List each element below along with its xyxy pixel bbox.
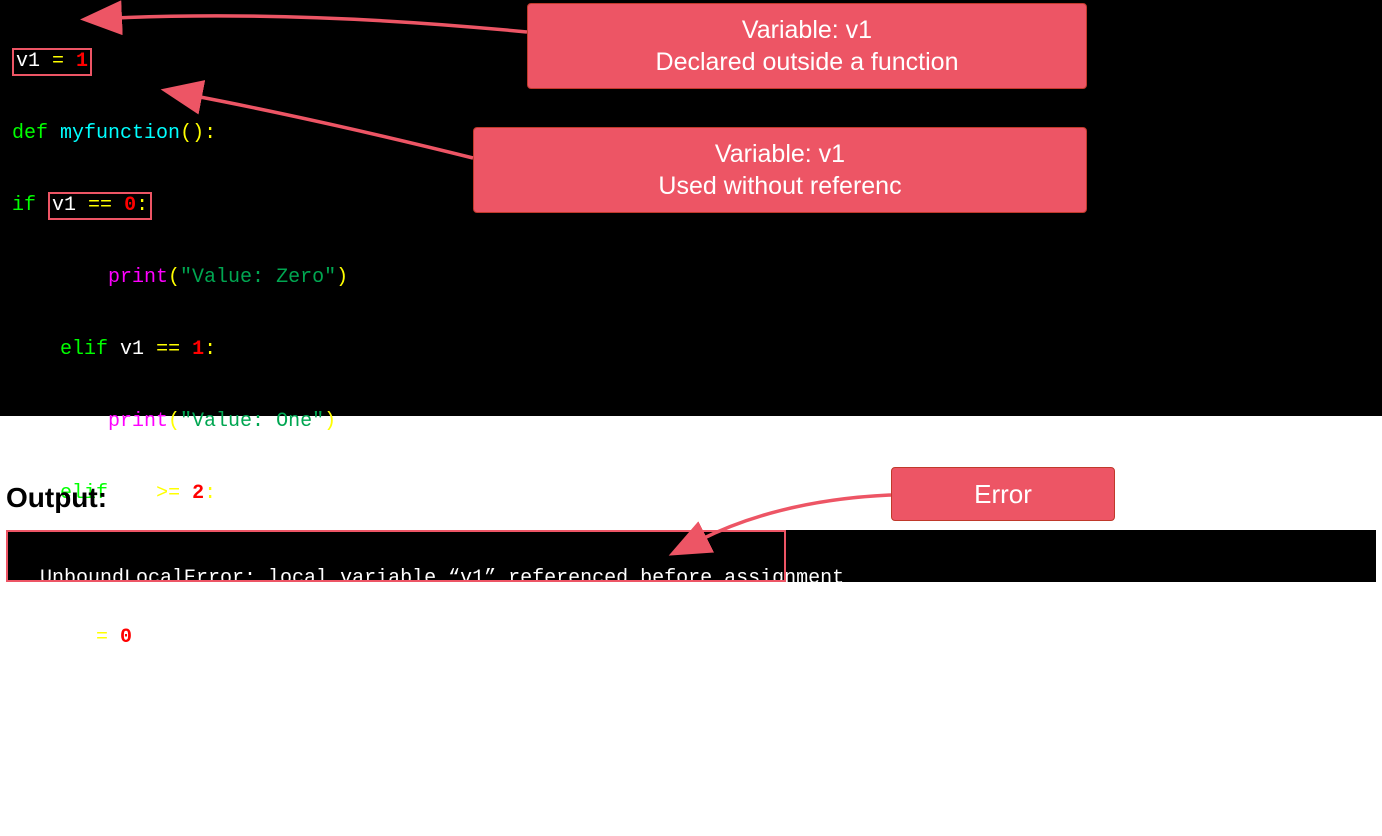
highlight-box-v1-assign: v1 = 1 [12,48,92,76]
num-0: 0 [124,194,136,217]
op-eq: = [40,50,76,73]
callout-line: Error [974,479,1032,509]
fn-name: myfunction [60,122,180,145]
callout-used-without-ref: Variable: v1 Used without referenc [473,127,1087,213]
var-v1: v1 [120,338,144,361]
var-v1: v1 [60,626,84,649]
num-1: 1 [192,338,204,361]
colon: : [136,194,148,217]
output-text: UnboundLocalError: local variable “v1” r… [40,567,844,590]
num-0: 0 [120,626,132,649]
callout-line: Variable: v1 [548,14,1066,46]
kw-elif: elif [60,338,108,361]
call-print: print [108,410,168,433]
call-print: print [108,266,168,289]
code-line-9: v1 = 0 [12,620,1370,656]
colon: : [204,338,216,361]
colon: : [204,122,216,145]
op-eqeq: == [76,194,124,217]
kw-def: def [12,122,48,145]
callout-line: Variable: v1 [494,138,1066,170]
str-zero: "Value: Zero" [180,266,336,289]
var-v1: v1 [52,194,76,217]
code-line-4: print("Value: Zero") [12,260,1370,296]
output-block: UnboundLocalError: local variable “v1” r… [6,530,1376,582]
callout-line: Used without referenc [494,170,1066,202]
code-line-10 [12,692,1370,728]
paren-open: ( [168,410,180,433]
code-line-5: elif v1 == 1: [12,332,1370,368]
paren-close: ) [336,266,348,289]
code-line-6: print("Value: One") [12,404,1370,440]
call-myfunction: myfunction() [12,770,156,793]
colon: : [204,482,216,505]
var-v1: v1 [16,50,40,73]
code-line-11: myfunction() [12,764,1370,800]
op-eqeq: == [144,338,192,361]
paren-close: ) [324,410,336,433]
output-heading: Output: [6,482,107,514]
callout-error: Error [891,467,1115,521]
parens: () [180,122,204,145]
callout-line: Declared outside a function [548,46,1066,78]
op-ge: >= [144,482,192,505]
op-eq: = [84,626,120,649]
callout-declared-outside: Variable: v1 Declared outside a function [527,3,1087,89]
var-v1: v1 [120,482,144,505]
str-one: "Value: One" [180,410,324,433]
paren-open: ( [168,266,180,289]
num-1: 1 [76,50,88,73]
kw-if: if [12,194,36,217]
num-2: 2 [192,482,204,505]
highlight-box-v1-cond: v1 == 0: [48,192,152,220]
code-line-7: elif v1 >= 2: [12,476,1370,512]
